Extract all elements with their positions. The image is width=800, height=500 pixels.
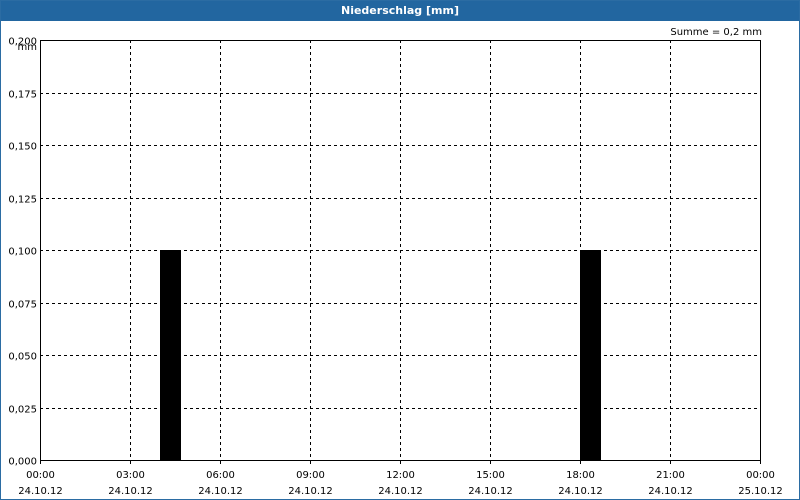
x-tick-time: 06:00 (206, 470, 235, 481)
precipitation-bar (160, 250, 181, 460)
x-tick-date: 24.10.12 (198, 486, 243, 497)
y-tick-label: 0,025 (8, 405, 37, 416)
precipitation-bar (580, 250, 601, 460)
y-axis-ticks: 0,000 0,025 0,050 0,075 0,100 0,125 0,150 0,175… (8, 37, 37, 468)
y-tick-label: 0,075 (8, 300, 37, 311)
x-axis-ticks: 00:00 24.10.12 03:00 24.10.12 06:00 24.10.12 0… (18, 460, 783, 497)
x-tick-time: 18:00 (566, 470, 595, 481)
x-tick-date: 24.10.12 (18, 486, 63, 497)
y-tick-label: 0,150 (8, 142, 37, 153)
x-tick-time: 03:00 (116, 470, 145, 481)
y-tick-label: 0,175 (8, 90, 37, 101)
x-tick-time: 09:00 (296, 470, 325, 481)
x-tick-time: 00:00 (746, 470, 775, 481)
summary-label: Summe = 0,2 mm (670, 27, 762, 38)
x-tick-time: 00:00 (26, 470, 55, 481)
x-tick-date: 24.10.12 (468, 486, 513, 497)
x-tick-date: 24.10.12 (108, 486, 153, 497)
y-axis-unit-label: mm (18, 42, 37, 53)
y-tick-label: 0,125 (8, 195, 37, 206)
y-tick-label: 0,000 (8, 457, 37, 468)
grid-lines (40, 40, 760, 460)
precipitation-chart: 0,000 0,025 0,050 0,075 0,100 0,125 0,150 0,175… (8, 37, 783, 498)
x-tick-time: 15:00 (476, 470, 505, 481)
x-tick-date: 24.10.12 (558, 486, 603, 497)
x-tick-date: 25.10.12 (738, 486, 783, 497)
x-tick-date: 24.10.12 (648, 486, 693, 497)
x-tick-time: 21:00 (656, 470, 685, 481)
y-tick-label: 0,050 (8, 352, 37, 363)
x-tick-date: 24.10.12 (378, 486, 423, 497)
y-tick-label: 0,100 (8, 247, 37, 258)
x-tick-time: 12:00 (386, 470, 415, 481)
x-tick-date: 24.10.12 (288, 486, 333, 497)
